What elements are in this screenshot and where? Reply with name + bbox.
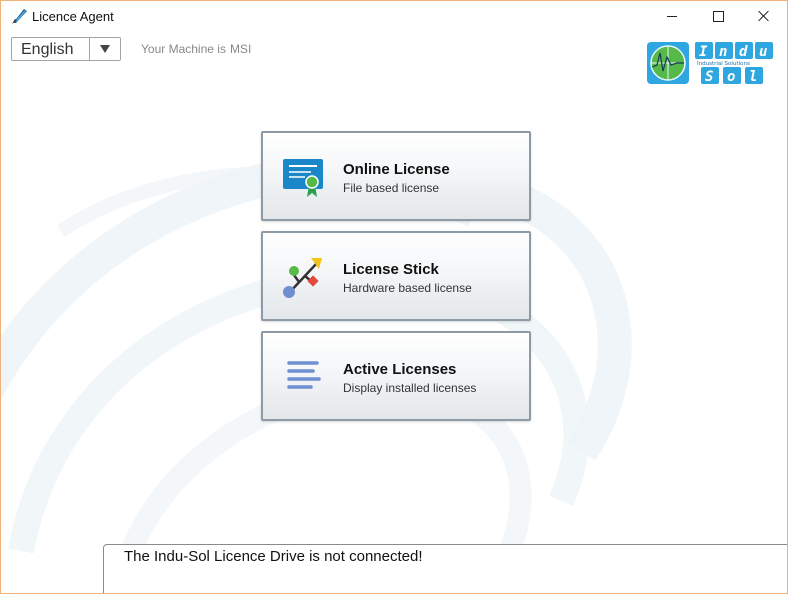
list-icon — [287, 361, 321, 389]
minimize-button[interactable] — [649, 1, 695, 31]
card-subtitle: Hardware based license — [343, 281, 472, 295]
machine-label: Your Machine is — [141, 42, 226, 56]
machine-name: MSI — [229, 42, 252, 56]
close-icon — [758, 10, 770, 22]
language-value: English — [21, 41, 74, 58]
maximize-button[interactable] — [695, 1, 741, 31]
close-button[interactable] — [741, 1, 787, 31]
chevron-down-icon — [100, 45, 110, 53]
usb-icon — [283, 258, 322, 298]
logo-letter-u: u — [759, 44, 767, 60]
logo-letter-l: l — [749, 69, 757, 85]
status-message: The Indu-Sol Licence Drive is not connec… — [124, 548, 423, 565]
active-licenses-button[interactable]: Active Licenses Display installed licens… — [261, 331, 531, 421]
card-title: Active Licenses — [343, 361, 457, 378]
logo-tagline: Industrial Solutions — [697, 61, 750, 67]
card-title: License Stick — [343, 261, 439, 278]
indu-sol-logo: I n d u S o l Industrial Solutions — [647, 42, 773, 85]
license-stick-button[interactable]: License Stick Hardware based license — [261, 231, 531, 321]
logo-letter-o: o — [727, 69, 735, 85]
card-subtitle: File based license — [343, 181, 440, 195]
card-subtitle: Display installed licenses — [343, 381, 477, 395]
maximize-icon — [712, 10, 724, 22]
language-dropdown-button[interactable] — [89, 38, 120, 60]
main-content: English Your Machine is MSI I n d u S o … — [1, 31, 787, 593]
window-title: Licence Agent — [32, 9, 114, 24]
licence-agent-window: Licence Agent English Your Machine is MS… — [0, 0, 788, 594]
logo-letter-d: d — [739, 44, 748, 60]
status-box: The Indu-Sol Licence Drive is not connec… — [103, 544, 787, 593]
online-license-button[interactable]: Online License File based license — [261, 131, 531, 221]
app-feather-icon — [12, 9, 27, 24]
card-title: Online License — [343, 161, 450, 178]
logo-letter-n: n — [719, 44, 727, 60]
certificate-icon — [283, 159, 323, 197]
title-bar: Licence Agent — [1, 1, 787, 31]
logo-letter-s: S — [705, 69, 713, 85]
language-select[interactable]: English — [11, 37, 121, 61]
minimize-icon — [667, 15, 677, 17]
machine-info: Your Machine is MSI — [141, 42, 255, 56]
logo-letter-i: I — [699, 44, 708, 60]
